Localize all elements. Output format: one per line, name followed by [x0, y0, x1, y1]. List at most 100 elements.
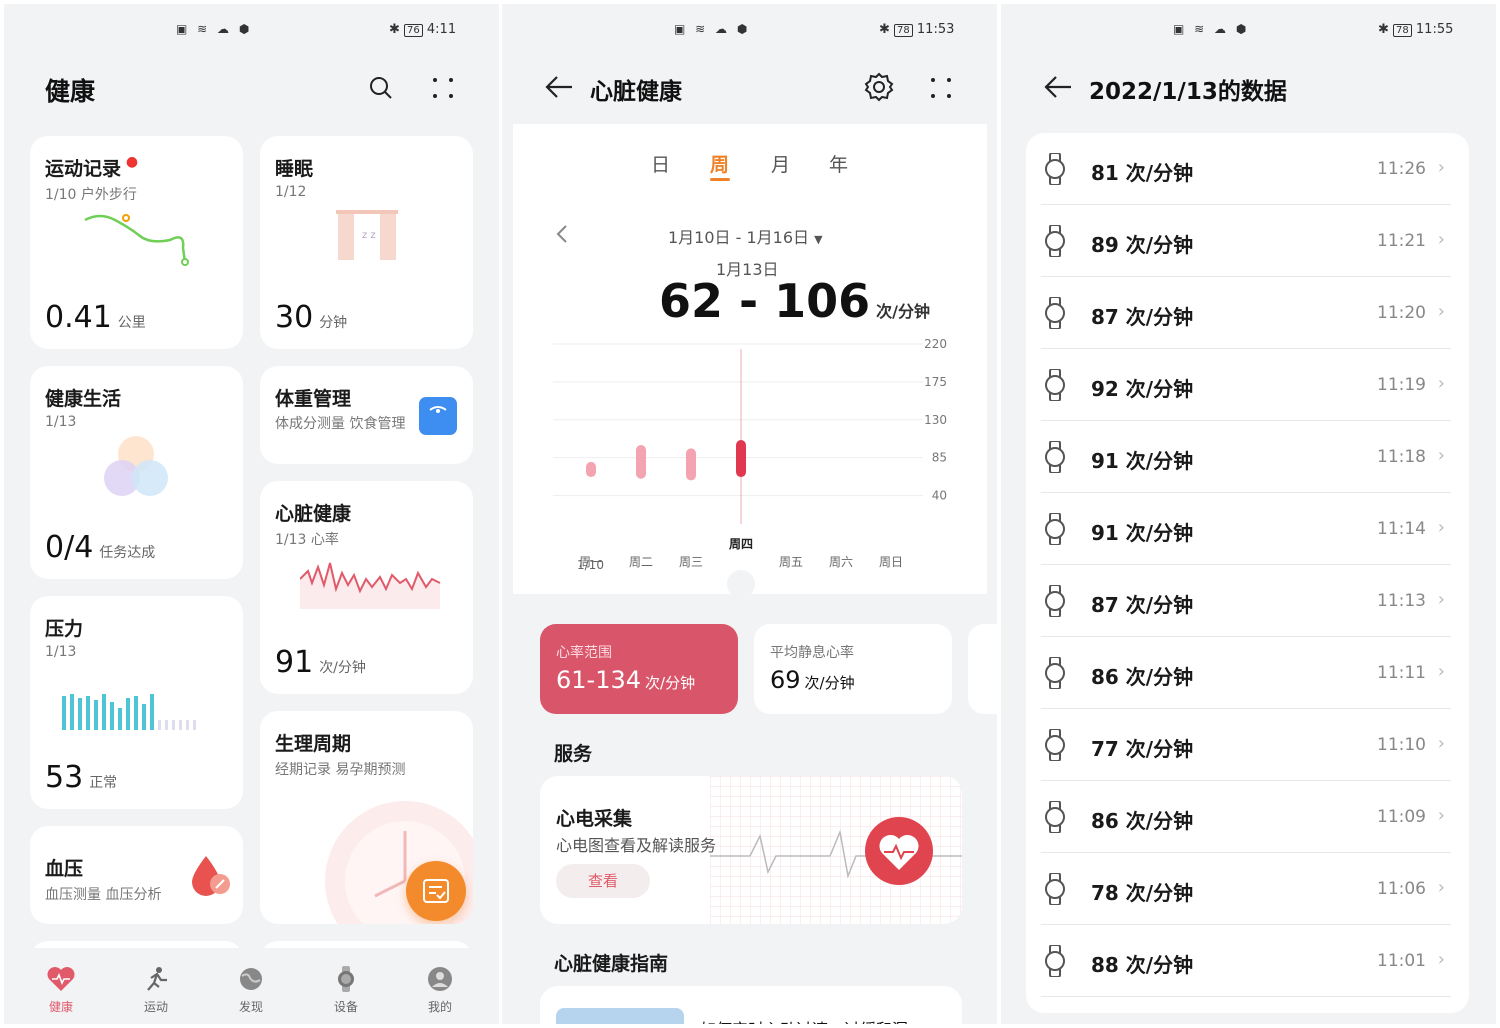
page-title: 健康: [45, 77, 96, 106]
stress-bars-icon: [62, 694, 196, 730]
card-subtitle: 经期记录 易孕期预测: [275, 762, 406, 778]
heart-rate-wave-icon: [300, 562, 441, 609]
page-title: 2022/1/13的数据: [1089, 79, 1287, 105]
heart-rate-record-row[interactable]: 88 次/分钟 11:01 ›: [1041, 925, 1451, 997]
card-blood-pressure[interactable]: 血压 血压测量 血压分析: [30, 826, 243, 924]
battery-level: 78: [1393, 24, 1412, 37]
battery-level: 78: [894, 24, 913, 37]
chevron-right-icon: ›: [1437, 373, 1445, 394]
hr-range-bar: [686, 448, 696, 481]
stat-hr-range-card[interactable]: 心率范围 61-134 次/分钟: [540, 624, 738, 714]
record-time: 11:18: [1377, 447, 1426, 467]
watch-icon: [338, 966, 354, 992]
heart-rate-value: 78 次/分钟: [1091, 881, 1194, 905]
watch-icon: [1045, 369, 1065, 401]
watch-icon: [1045, 225, 1065, 257]
clock: 4:11: [426, 22, 457, 37]
card-value: 91 次/分钟: [275, 645, 366, 680]
guide-thumbnail: [556, 1008, 684, 1024]
card-subtitle: 体成分测量 饮食管理: [275, 416, 406, 432]
weekly-heart-rate-chart[interactable]: 2201751308540周一 周二 周三周四周五 周六 周日: [513, 334, 987, 594]
selector-knob: [727, 570, 755, 594]
card-value: 0.41 公里: [45, 300, 146, 335]
curtain-icon: z z: [336, 210, 398, 260]
heart-rate-record-list: 81 次/分钟 11:26 › 89 次/分钟 11:21 › 87 次/分钟 11:20 › 9…: [1026, 133, 1469, 1013]
card-value: 53 正常: [45, 760, 118, 795]
svg-text:z z: z z: [362, 230, 376, 241]
nav-discover[interactable]: 发现: [221, 966, 281, 1015]
stat-card-partial[interactable]: [968, 624, 997, 714]
record-time: 11:09: [1377, 807, 1426, 827]
stat-value: 69 次/分钟: [770, 666, 855, 694]
planet-icon: [240, 968, 262, 990]
heart-rate-record-row[interactable]: 78 次/分钟 11:06 ›: [1041, 853, 1451, 925]
profile-icon: [428, 967, 452, 991]
heart-rate-record-row[interactable]: 87 次/分钟 11:13 ›: [1041, 565, 1451, 637]
more-dots-icon[interactable]: [928, 75, 954, 101]
back-arrow-icon[interactable]: [544, 74, 574, 100]
ecg-service-card[interactable]: 心电采集 心电图查看及解读服务 查看: [540, 776, 962, 924]
ecg-subtitle: 心电图查看及解读服务: [556, 836, 717, 855]
hr-range-bar: [636, 445, 646, 479]
record-time: 11:11: [1377, 663, 1426, 683]
nav-health[interactable]: 健康: [31, 966, 91, 1015]
prev-chevron-icon[interactable]: [555, 224, 569, 244]
date-range-selector[interactable]: 1月10日 - 1月16日 ▼: [668, 224, 823, 248]
back-arrow-icon[interactable]: [1043, 74, 1073, 100]
watch-icon: [1045, 513, 1065, 545]
chevron-right-icon: ›: [1437, 877, 1445, 898]
nav-me[interactable]: 我的: [410, 966, 470, 1015]
watch-icon: [1045, 297, 1065, 329]
chevron-right-icon: ›: [1437, 949, 1445, 970]
status-right: ✱ 78 11:55: [1378, 22, 1454, 37]
heart-rate-value: 91 次/分钟: [1091, 521, 1194, 545]
heart-rate-record-row[interactable]: 92 次/分钟 11:19 ›: [1041, 349, 1451, 421]
clock: 11:53: [916, 22, 955, 37]
card-title: 健康生活: [45, 388, 122, 410]
heart-rate-record-row[interactable]: 91 次/分钟 11:18 ›: [1041, 421, 1451, 493]
card-title: 运动记录 ●: [45, 154, 139, 180]
y-tick-label: 175: [924, 375, 947, 389]
date-label-first: 1/10: [577, 558, 604, 572]
heart-rate-record-row[interactable]: 81 次/分钟 11:26 ›: [1041, 133, 1451, 205]
tab-month[interactable]: 月: [771, 150, 790, 177]
guide-card[interactable]: 如何实时心动过速、过缓和漏: [540, 986, 962, 1024]
x-tick-label: 周二: [629, 555, 653, 569]
card-heart-health[interactable]: 心脏健康 1/13 心率 91 次/分钟: [260, 481, 473, 694]
heart-rate-record-row[interactable]: 86 次/分钟 11:09 ›: [1041, 781, 1451, 853]
more-dots-icon[interactable]: [430, 75, 456, 101]
scale-icon: [419, 397, 457, 435]
card-subtitle: 1/13: [45, 414, 77, 430]
card-menstrual-cycle[interactable]: 生理周期 经期记录 易孕期预测: [260, 711, 473, 924]
bottom-nav: 健康 运动 发现 设备 我的: [4, 948, 499, 1024]
card-title: 血压: [45, 858, 84, 880]
card-stress[interactable]: 压力 1/13 53 正常: [30, 596, 243, 809]
card-sleep[interactable]: 睡眠 1/12 z z 30 分钟: [260, 136, 473, 349]
view-button[interactable]: 查看: [556, 864, 650, 898]
card-title: 生理周期: [275, 733, 352, 755]
add-record-fab[interactable]: [406, 861, 466, 921]
card-subtitle: 1/10 户外步行: [45, 187, 137, 203]
heart-rate-record-row[interactable]: 91 次/分钟 11:14 ›: [1041, 493, 1451, 565]
chevron-right-icon: ›: [1437, 589, 1445, 610]
tab-year[interactable]: 年: [829, 150, 848, 177]
nav-devices[interactable]: 设备: [316, 966, 376, 1015]
heart-rate-record-row[interactable]: 77 次/分钟 11:10 ›: [1041, 709, 1451, 781]
search-icon[interactable]: [368, 75, 394, 101]
tab-week[interactable]: 周: [710, 150, 729, 177]
nav-exercise[interactable]: 运动: [126, 966, 186, 1015]
chevron-right-icon: ›: [1437, 733, 1445, 754]
stat-resting-hr-card[interactable]: 平均静息心率 69 次/分钟: [754, 624, 952, 714]
tab-day[interactable]: 日: [651, 150, 670, 177]
hr-range-bar: [736, 440, 746, 478]
y-tick-label: 130: [924, 413, 947, 427]
card-exercise[interactable]: 运动记录 ● 1/10 户外步行 0.41 公里: [30, 136, 243, 349]
watch-icon: [1045, 801, 1065, 833]
settings-gear-icon[interactable]: [864, 72, 894, 102]
card-weight[interactable]: 体重管理 体成分测量 饮食管理: [260, 366, 473, 464]
record-time: 11:13: [1377, 591, 1426, 611]
heart-rate-record-row[interactable]: 87 次/分钟 11:20 ›: [1041, 277, 1451, 349]
card-healthy-life[interactable]: 健康生活 1/13 0/4 任务达成: [30, 366, 243, 579]
heart-rate-record-row[interactable]: 86 次/分钟 11:11 ›: [1041, 637, 1451, 709]
heart-rate-record-row[interactable]: 89 次/分钟 11:21 ›: [1041, 205, 1451, 277]
